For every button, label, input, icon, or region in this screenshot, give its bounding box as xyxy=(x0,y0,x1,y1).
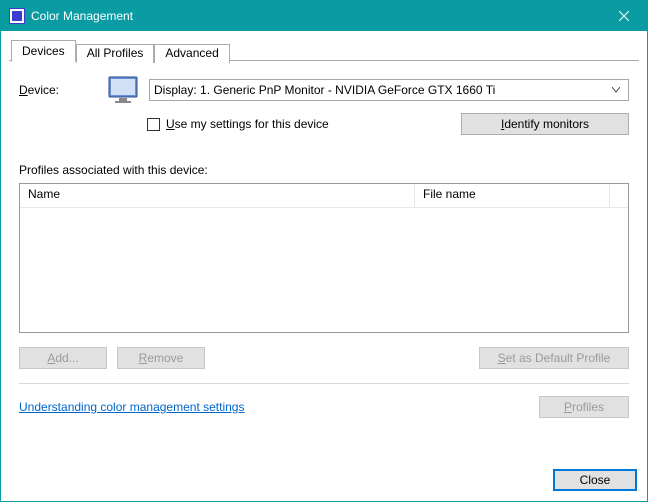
remove-button: Remove xyxy=(117,347,205,369)
close-window-button[interactable] xyxy=(601,1,647,31)
listview-header: Name File name xyxy=(20,184,628,208)
profiles-button: Profiles xyxy=(539,396,629,418)
column-header-filename[interactable]: File name xyxy=(415,184,610,207)
tab-all-profiles[interactable]: All Profiles xyxy=(76,44,155,63)
settings-row: Use my settings for this device Identify… xyxy=(19,113,629,135)
chevron-down-icon xyxy=(606,80,624,100)
window-title: Color Management xyxy=(31,9,601,23)
set-default-profile-button: Set as Default Profile xyxy=(479,347,629,369)
understanding-link[interactable]: Understanding color management settings xyxy=(19,400,244,414)
separator xyxy=(19,383,629,384)
monitor-icon xyxy=(107,75,141,105)
add-button: Add... xyxy=(19,347,107,369)
tab-devices[interactable]: Devices xyxy=(11,40,76,62)
bottom-row: Understanding color management settings … xyxy=(19,396,629,418)
close-button[interactable]: Close xyxy=(553,469,637,491)
device-label: Device: xyxy=(19,83,99,97)
profiles-listview[interactable]: Name File name xyxy=(19,183,629,333)
tab-advanced[interactable]: Advanced xyxy=(154,44,229,63)
column-header-spacer xyxy=(610,184,628,207)
identify-monitors-button[interactable]: Identify monitors xyxy=(461,113,629,135)
close-icon xyxy=(619,11,629,21)
device-row: Device: Display: 1. Generic PnP Monitor … xyxy=(19,75,629,105)
devices-panel: Device: Display: 1. Generic PnP Monitor … xyxy=(9,61,639,461)
app-icon xyxy=(9,8,25,24)
dialog-footer: Close xyxy=(1,469,647,501)
column-header-name[interactable]: Name xyxy=(20,184,415,207)
titlebar: Color Management xyxy=(1,1,647,31)
dialog-content: Devices All Profiles Advanced Device: Di… xyxy=(1,31,647,469)
device-select[interactable]: Display: 1. Generic PnP Monitor - NVIDIA… xyxy=(149,79,629,101)
use-my-settings-label[interactable]: Use my settings for this device xyxy=(166,117,329,131)
tab-strip: Devices All Profiles Advanced xyxy=(9,39,639,61)
device-selected-value: Display: 1. Generic PnP Monitor - NVIDIA… xyxy=(154,83,606,97)
use-my-settings-checkbox[interactable] xyxy=(147,118,160,131)
profiles-associated-label: Profiles associated with this device: xyxy=(19,163,629,177)
profile-buttons-row: Add... Remove Set as Default Profile xyxy=(19,347,629,369)
